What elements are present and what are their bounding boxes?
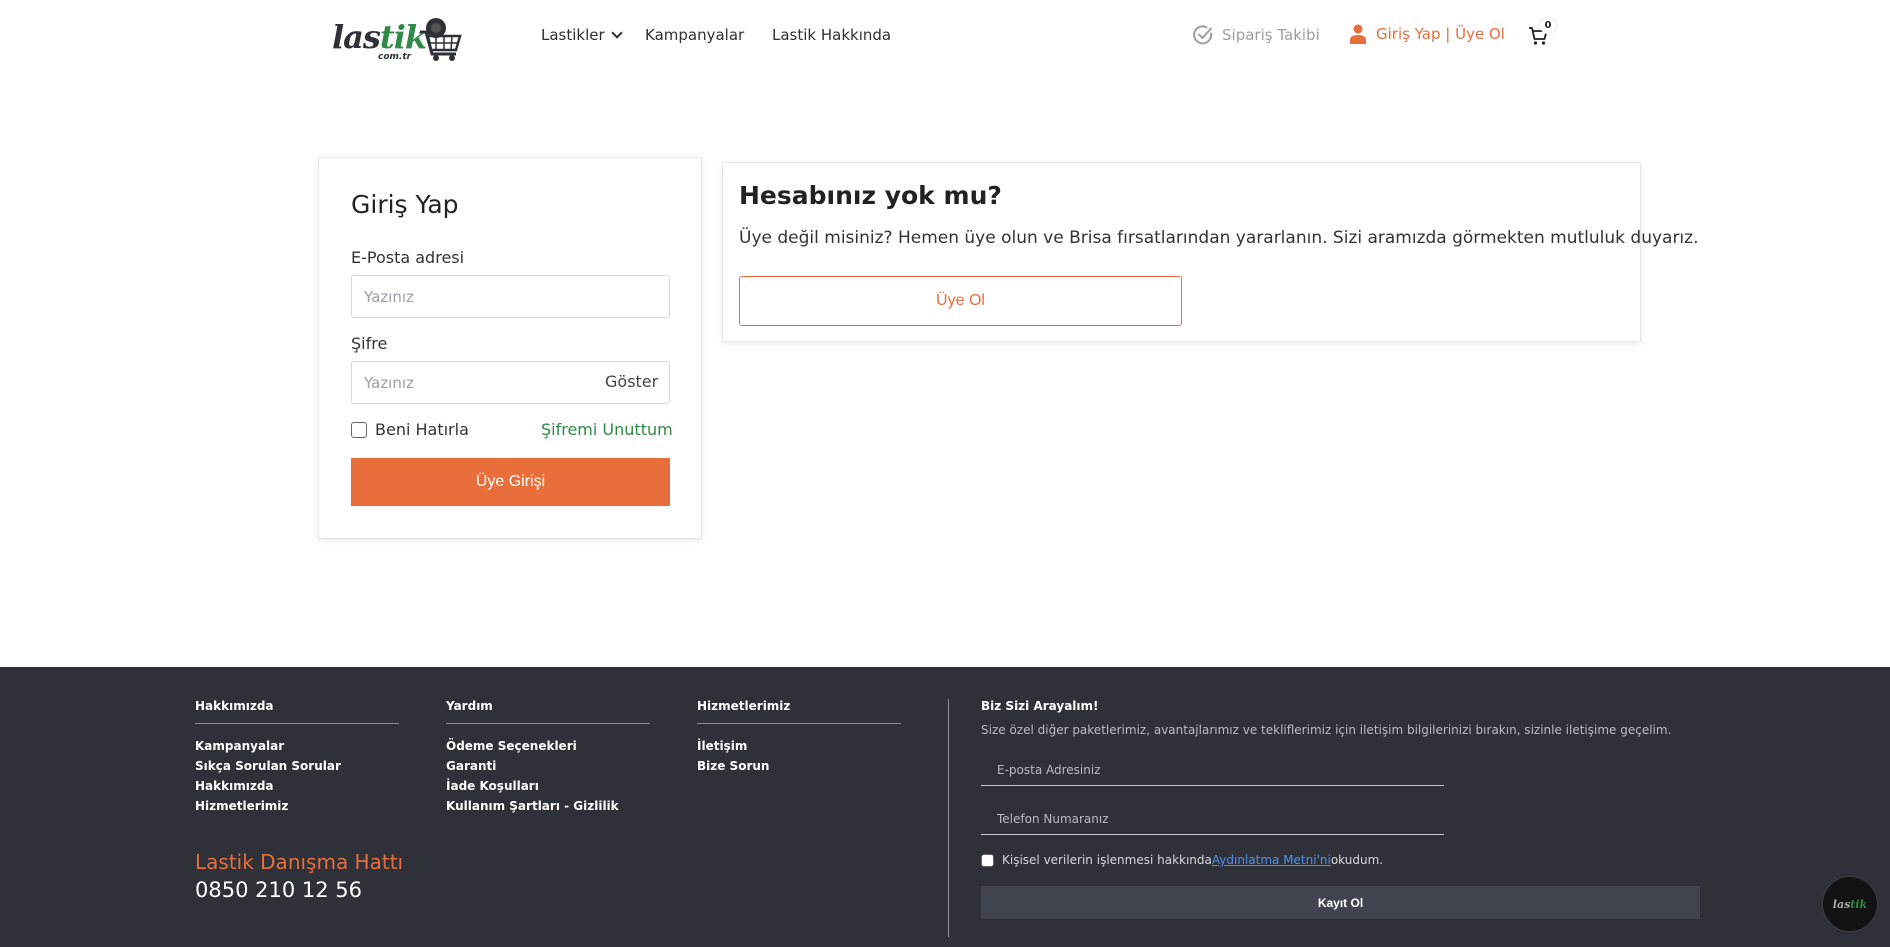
site-header: lastik com.tr Lastikler Kampanyalar Last… bbox=[0, 0, 1890, 76]
callus-description: Size özel diğer paketlerimiz, avantajlar… bbox=[981, 723, 1672, 737]
footer-column-title: Hakkımızda bbox=[195, 699, 399, 724]
register-title: Hesabınız yok mu? bbox=[739, 181, 1002, 210]
remember-me[interactable]: Beni Hatırla bbox=[351, 420, 469, 439]
logo-subtext: com.tr bbox=[378, 52, 412, 62]
login-card: Giriş Yap E-Posta adresi Şifre Göster Be… bbox=[318, 157, 702, 539]
callus-title: Biz Sizi Arayalım! bbox=[981, 699, 1099, 713]
chevron-down-icon bbox=[611, 27, 623, 39]
consent-checkbox[interactable] bbox=[981, 853, 994, 867]
footer-link[interactable]: İade Koşulları bbox=[446, 776, 650, 796]
footer-link[interactable]: İletişim bbox=[697, 736, 901, 756]
order-tracking-label: Sipariş Takibi bbox=[1222, 26, 1320, 44]
footer-link[interactable]: Bize Sorun bbox=[697, 756, 901, 776]
cart-count-badge: 0 bbox=[1540, 18, 1556, 34]
forgot-password-link[interactable]: Şifremi Unuttum bbox=[541, 420, 673, 439]
callus-email-field[interactable] bbox=[981, 754, 1444, 786]
register-card: Hesabınız yok mu? Üye değil misiniz? Hem… bbox=[722, 162, 1699, 342]
email-label: E-Posta adresi bbox=[351, 248, 465, 267]
nav-lastikler-label: Lastikler bbox=[541, 26, 605, 44]
chat-logo-text-b: tik bbox=[1850, 897, 1868, 911]
footer-column-about: Hakkımızda Kampanyalar Sıkça Sorulan Sor… bbox=[195, 699, 399, 816]
footer-link[interactable]: Hakkımızda bbox=[195, 776, 399, 796]
login-submit-button[interactable]: Üye Girişi bbox=[351, 458, 670, 506]
show-password-button[interactable]: Göster bbox=[605, 372, 658, 391]
logo-text-a: las bbox=[332, 18, 381, 56]
site-logo[interactable]: lastik com.tr bbox=[330, 14, 462, 62]
hotline-number[interactable]: 0850 210 12 56 bbox=[195, 878, 362, 902]
footer-link[interactable]: Kampanyalar bbox=[195, 736, 399, 756]
callus-submit-button[interactable]: Kayıt Ol bbox=[981, 886, 1700, 919]
consent-link[interactable]: Aydınlatma Metni'ni bbox=[1212, 853, 1331, 867]
remember-me-label: Beni Hatırla bbox=[375, 420, 469, 439]
footer-link[interactable]: Sıkça Sorulan Sorular bbox=[195, 756, 399, 776]
chat-logo-text-a: las bbox=[1832, 897, 1851, 911]
email-field[interactable] bbox=[351, 275, 670, 318]
site-footer: Hakkımızda Kampanyalar Sıkça Sorulan Sor… bbox=[0, 667, 1890, 947]
login-register-label: Giriş Yap | Üye Ol bbox=[1376, 25, 1505, 43]
register-button[interactable]: Üye Ol bbox=[739, 276, 1182, 326]
hotline-title: Lastik Danışma Hattı bbox=[195, 850, 404, 874]
nav-lastik-hakkinda[interactable]: Lastik Hakkında bbox=[772, 26, 891, 44]
nav-lastikler[interactable]: Lastikler bbox=[541, 26, 623, 44]
order-tracking-link[interactable]: Sipariş Takibi bbox=[1192, 24, 1320, 46]
remember-me-checkbox[interactable] bbox=[351, 421, 367, 438]
footer-link[interactable]: Kullanım Şartları - Gizlilik bbox=[446, 796, 650, 816]
footer-column-help: Yardım Ödeme Seçenekleri Garanti İade Ko… bbox=[446, 699, 650, 816]
footer-divider bbox=[948, 699, 949, 937]
consent-suffix: okudum. bbox=[1330, 853, 1384, 867]
check-circle-icon bbox=[1193, 25, 1213, 45]
chat-widget-button[interactable]: lastik bbox=[1822, 876, 1878, 932]
footer-column-title: Yardım bbox=[446, 699, 650, 724]
footer-link[interactable]: Garanti bbox=[446, 756, 650, 776]
footer-column-title: Hizmetlerimiz bbox=[697, 699, 901, 724]
user-icon bbox=[1350, 24, 1366, 44]
password-label: Şifre bbox=[351, 334, 388, 353]
footer-link[interactable]: Hizmetlerimiz bbox=[195, 796, 399, 816]
register-text: Üye değil misiniz? Hemen üye olun ve Bri… bbox=[739, 228, 1699, 248]
consent-row: Kişisel verilerin işlenmesi hakkında Aydı… bbox=[981, 853, 1383, 867]
consent-prefix: Kişisel verilerin işlenmesi hakkında bbox=[1002, 853, 1212, 867]
footer-link[interactable]: Ödeme Seçenekleri bbox=[446, 736, 650, 756]
chat-widget-logo: lastik bbox=[1833, 898, 1867, 911]
nav-kampanyalar[interactable]: Kampanyalar bbox=[645, 26, 744, 44]
login-register-link[interactable]: Giriş Yap | Üye Ol bbox=[1350, 24, 1505, 44]
shopping-cart-logo-icon bbox=[420, 18, 462, 61]
login-title: Giriş Yap bbox=[351, 190, 459, 219]
callus-phone-field[interactable] bbox=[981, 803, 1444, 835]
footer-column-services: Hizmetlerimiz İletişim Bize Sorun bbox=[697, 699, 901, 776]
